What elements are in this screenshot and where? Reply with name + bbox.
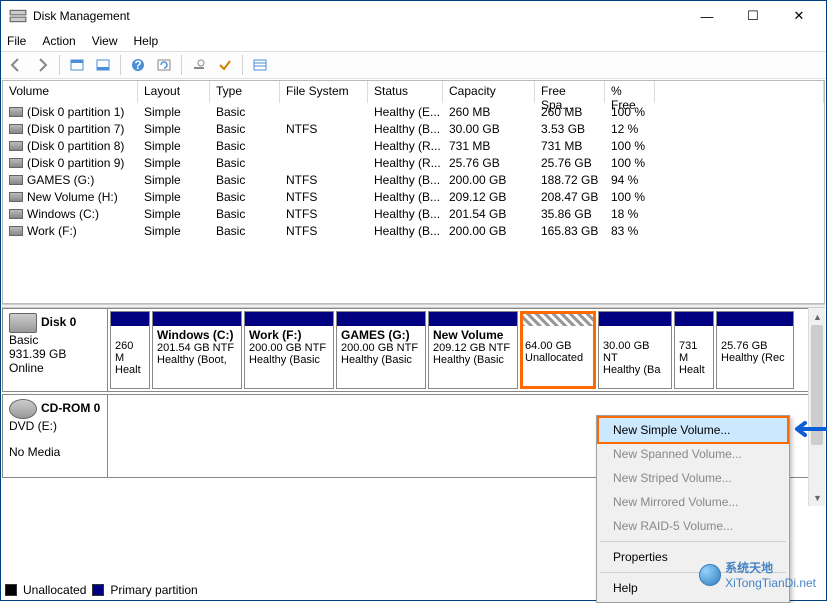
volume-row[interactable]: (Disk 0 partition 7)SimpleBasicNTFSHealt… (3, 120, 824, 137)
volume-rows: (Disk 0 partition 1)SimpleBasicHealthy (… (3, 103, 824, 303)
volume-row[interactable]: (Disk 0 partition 8)SimpleBasicHealthy (… (3, 137, 824, 154)
context-item: New Mirrored Volume... (599, 490, 787, 514)
maximize-button[interactable]: ☐ (730, 2, 776, 30)
volume-icon (9, 209, 23, 219)
close-button[interactable]: ✕ (776, 2, 822, 30)
cdrom-icon (9, 399, 37, 419)
volume-icon (9, 192, 23, 202)
volume-icon (9, 107, 23, 117)
volume-row[interactable]: (Disk 0 partition 1)SimpleBasicHealthy (… (3, 103, 824, 120)
partition-unallocated[interactable]: 64.00 GBUnallocated (520, 311, 596, 389)
legend-primary-label: Primary partition (110, 583, 197, 597)
scroll-up-icon[interactable]: ▲ (809, 308, 825, 325)
toolbar: ? (1, 51, 826, 79)
disk-icon (9, 313, 37, 333)
partition[interactable]: 25.76 GBHealthy (Rec (716, 311, 794, 389)
app-icon (9, 7, 27, 25)
col-volume[interactable]: Volume (3, 81, 138, 103)
minimize-button[interactable]: — (684, 2, 730, 30)
volume-row[interactable]: Work (F:)SimpleBasicNTFSHealthy (B...200… (3, 222, 824, 239)
partition[interactable]: 30.00 GB NTHealthy (Ba (598, 311, 672, 389)
volume-icon (9, 175, 23, 185)
title-bar: Disk Management — ☐ ✕ (1, 1, 826, 31)
back-button[interactable] (5, 54, 27, 76)
volume-row[interactable]: New Volume (H:)SimpleBasicNTFSHealthy (B… (3, 188, 824, 205)
partition[interactable]: New Volume209.12 GB NTFHealthy (Basic (428, 311, 518, 389)
volume-icon (9, 141, 23, 151)
help-icon[interactable]: ? (127, 54, 149, 76)
partition[interactable]: 731 MHealt (674, 311, 714, 389)
col-type[interactable]: Type (210, 81, 280, 103)
volume-row[interactable]: GAMES (G:)SimpleBasicNTFSHealthy (B...20… (3, 171, 824, 188)
globe-icon (699, 564, 721, 586)
menu-action[interactable]: Action (42, 34, 75, 48)
col-filesystem[interactable]: File System (280, 81, 368, 103)
menu-help[interactable]: Help (134, 34, 159, 48)
col-status[interactable]: Status (368, 81, 443, 103)
forward-button[interactable] (31, 54, 53, 76)
scroll-down-icon[interactable]: ▼ (809, 489, 825, 506)
context-item: New RAID-5 Volume... (599, 514, 787, 538)
legend: Unallocated Primary partition (5, 583, 198, 597)
volume-icon (9, 124, 23, 134)
window-title: Disk Management (33, 9, 684, 23)
svg-text:?: ? (134, 58, 141, 72)
volume-row[interactable]: Windows (C:)SimpleBasicNTFSHealthy (B...… (3, 205, 824, 222)
partition[interactable]: Work (F:)200.00 GB NTFHealthy (Basic (244, 311, 334, 389)
cdrom-label[interactable]: CD-ROM 0 DVD (E:) No Media (3, 395, 108, 477)
menu-view[interactable]: View (92, 34, 118, 48)
menu-bar: File Action View Help (1, 31, 826, 51)
volume-row[interactable]: (Disk 0 partition 9)SimpleBasicHealthy (… (3, 154, 824, 171)
watermark: 系统天地 XiTongTianDi.net (699, 559, 816, 590)
list-icon[interactable] (249, 54, 271, 76)
context-item: New Striped Volume... (599, 466, 787, 490)
partition[interactable]: 260 MHealt (110, 311, 150, 389)
volume-list-header: Volume Layout Type File System Status Ca… (3, 81, 824, 103)
volume-list: Volume Layout Type File System Status Ca… (2, 80, 825, 304)
checkmark-icon[interactable] (214, 54, 236, 76)
volume-icon (9, 226, 23, 236)
refresh-icon[interactable] (153, 54, 175, 76)
view-bottom-icon[interactable] (92, 54, 114, 76)
legend-primary-swatch (92, 584, 104, 596)
legend-unallocated-label: Unallocated (23, 583, 86, 597)
volume-icon (9, 158, 23, 168)
context-item: New Spanned Volume... (599, 442, 787, 466)
disk-row-0: Disk 0 Basic 931.39 GB Online 260 MHealt… (2, 308, 825, 392)
col-pct[interactable]: % Free (605, 81, 655, 103)
legend-unallocated-swatch (5, 584, 17, 596)
settings-icon[interactable] (188, 54, 210, 76)
vertical-scrollbar[interactable]: ▲ ▼ (808, 308, 825, 506)
view-top-icon[interactable] (66, 54, 88, 76)
context-item[interactable]: New Simple Volume... (599, 418, 787, 442)
menu-file[interactable]: File (7, 34, 26, 48)
partition[interactable]: GAMES (G:)200.00 GB NTFHealthy (Basic (336, 311, 426, 389)
disk-0-label[interactable]: Disk 0 Basic 931.39 GB Online (3, 309, 108, 391)
col-capacity[interactable]: Capacity (443, 81, 535, 103)
col-layout[interactable]: Layout (138, 81, 210, 103)
col-free[interactable]: Free Spa... (535, 81, 605, 103)
partition[interactable]: Windows (C:)201.54 GB NTFHealthy (Boot, (152, 311, 242, 389)
